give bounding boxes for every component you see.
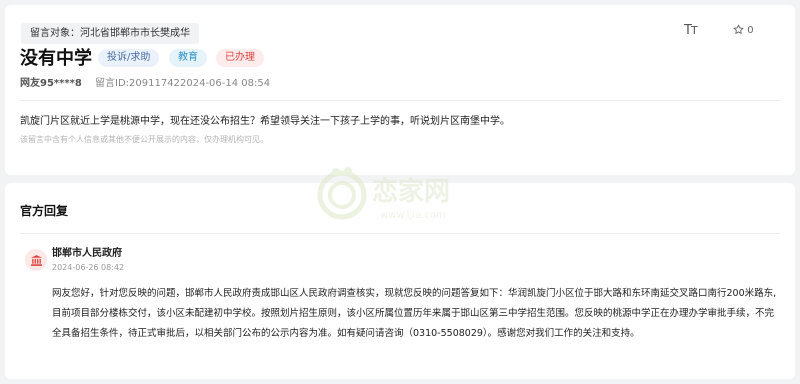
- reply-line: 全具备招生条件，待正式审批后，以相关部门公布的公示内容为准。如有疑问请咨询（03…: [52, 328, 640, 339]
- privacy-notice: 该留言中含有个人信息或其他不便公开展示的内容，仅办理机构可见。: [20, 135, 268, 144]
- reply-line: 网友您好，针对您反映的问题，邯郸市人民政府责成邯山区人民政府调查核实，现就您反映…: [52, 288, 777, 299]
- font-size-large-icon: T: [684, 23, 692, 38]
- message-id: 留言ID:20911742: [95, 78, 180, 89]
- status-badge: 已办理: [216, 49, 264, 67]
- author-name: 网友95****8: [20, 78, 82, 89]
- reply-line: 目前项目部分楼栋交付，该小区未配建初中学校。按照划片招生原则，该小区所属位置历年…: [52, 308, 775, 319]
- reply-content: 网友您好，针对您反映的问题，邯郸市人民政府责成邯山区人民政府调查核实，现就您反映…: [52, 284, 780, 344]
- divider: [20, 233, 780, 234]
- message-target-value: 河北省邯郸市市长樊成华: [80, 28, 190, 39]
- department-avatar: [25, 249, 47, 271]
- star-icon: [733, 24, 744, 34]
- category-tag[interactable]: 教育: [169, 49, 207, 67]
- message-target-tag: 留言对象：河北省邯郸市市长樊成华: [21, 23, 199, 44]
- font-size-small-icon: T: [690, 24, 698, 37]
- reply-department-name[interactable]: 邯郸市人民政府: [52, 247, 122, 261]
- message-content: 凯旋门片区就近上学是桃源中学，现在还没公布招生？希望领导关注一下孩子上学的事，听…: [20, 116, 510, 127]
- font-size-toggle-button[interactable]: TT: [684, 23, 698, 38]
- message-date: 2024-06-14 08:54: [180, 78, 271, 89]
- favorite-button[interactable]: 0: [733, 24, 754, 38]
- government-building-icon: [30, 254, 42, 266]
- favorite-count: 0: [747, 25, 754, 36]
- watermark-logo: 恋家网 www.ljia.com: [317, 167, 450, 221]
- type-tag[interactable]: 投诉/求助: [98, 49, 160, 67]
- reply-section-title: 官方回复: [20, 204, 69, 218]
- divider: [20, 100, 780, 101]
- reply-date: 2024-06-26 08:42: [52, 263, 125, 272]
- watermark-brand: 恋家网: [372, 176, 450, 207]
- watermark-url: www.ljia.com: [380, 210, 446, 221]
- page-title: 没有中学: [20, 48, 92, 69]
- message-target-label: 留言对象：: [30, 28, 80, 39]
